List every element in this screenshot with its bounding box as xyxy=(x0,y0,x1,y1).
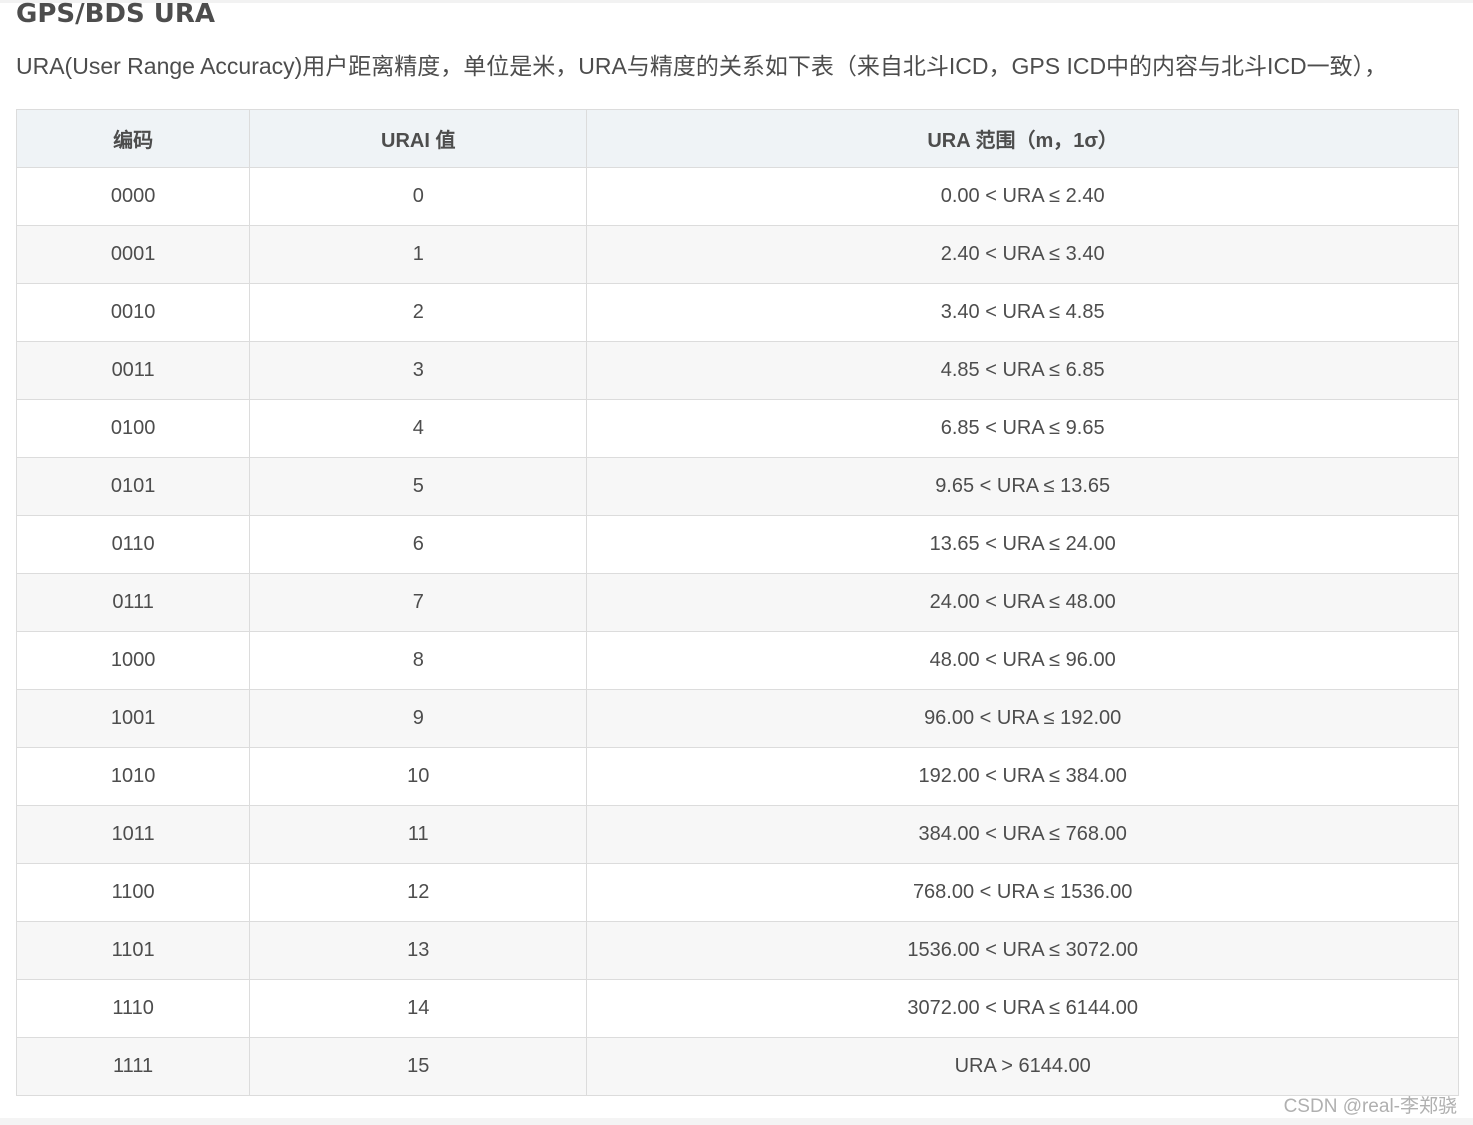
urai-cell: 2 xyxy=(249,283,588,342)
table-row: 1111 15 URA > 6144.00 xyxy=(15,1037,1459,1096)
code-cell: 0100 xyxy=(15,399,251,458)
urai-cell: 6 xyxy=(249,515,588,574)
header-code: 编码 xyxy=(15,109,251,168)
ura-range-cell: 768.00 < URA ≤ 1536.00 xyxy=(586,863,1459,922)
urai-cell: 15 xyxy=(249,1037,588,1096)
urai-cell: 12 xyxy=(249,863,588,922)
urai-cell: 0 xyxy=(249,167,588,226)
table-row: 1101 13 1536.00 < URA ≤ 3072.00 xyxy=(15,921,1459,980)
table-body: 0000 0 0.00 < URA ≤ 2.40 0001 1 2.40 < URA ≤ … xyxy=(15,167,1459,1096)
code-cell: 1010 xyxy=(15,747,251,806)
ura-range-cell: URA > 6144.00 xyxy=(586,1037,1459,1096)
urai-cell: 7 xyxy=(249,573,588,632)
ura-table: 编码 URAI 值 URA 范围（m，1σ） 0000 0 0.00 < URA ≤… xyxy=(15,109,1459,1096)
urai-cell: 9 xyxy=(249,689,588,748)
urai-cell: 10 xyxy=(249,747,588,806)
table-row: 0111 7 24.00 < URA ≤ 48.00 xyxy=(15,573,1459,632)
ura-range-cell: 192.00 < URA ≤ 384.00 xyxy=(586,747,1459,806)
table-header-row: 编码 URAI 值 URA 范围（m，1σ） xyxy=(15,109,1459,168)
table-row: 1001 9 96.00 < URA ≤ 192.00 xyxy=(15,689,1459,748)
table-row: 0101 5 9.65 < URA ≤ 13.65 xyxy=(15,457,1459,516)
table-row: 0001 1 2.40 < URA ≤ 3.40 xyxy=(15,225,1459,284)
code-cell: 0010 xyxy=(15,283,251,342)
table-row: 0110 6 13.65 < URA ≤ 24.00 xyxy=(15,515,1459,574)
top-divider xyxy=(0,0,1473,3)
section-heading: GPS/BDS URA xyxy=(16,0,216,29)
ura-range-cell: 6.85 < URA ≤ 9.65 xyxy=(586,399,1459,458)
ura-range-cell: 384.00 < URA ≤ 768.00 xyxy=(586,805,1459,864)
code-cell: 1011 xyxy=(15,805,251,864)
table-row: 0000 0 0.00 < URA ≤ 2.40 xyxy=(15,167,1459,226)
urai-cell: 3 xyxy=(249,341,588,400)
code-cell: 0110 xyxy=(15,515,251,574)
ura-range-cell: 2.40 < URA ≤ 3.40 xyxy=(586,225,1459,284)
urai-cell: 13 xyxy=(249,921,588,980)
urai-cell: 1 xyxy=(249,225,588,284)
table-row: 1100 12 768.00 < URA ≤ 1536.00 xyxy=(15,863,1459,922)
ura-range-cell: 3072.00 < URA ≤ 6144.00 xyxy=(586,979,1459,1038)
code-cell: 1100 xyxy=(15,863,251,922)
code-cell: 1101 xyxy=(15,921,251,980)
code-cell: 1111 xyxy=(15,1037,251,1096)
table-row: 0010 2 3.40 < URA ≤ 4.85 xyxy=(15,283,1459,342)
code-cell: 0111 xyxy=(15,573,251,632)
ura-range-cell: 3.40 < URA ≤ 4.85 xyxy=(586,283,1459,342)
ura-range-cell: 4.85 < URA ≤ 6.85 xyxy=(586,341,1459,400)
table-row: 1000 8 48.00 < URA ≤ 96.00 xyxy=(15,631,1459,690)
code-cell: 1001 xyxy=(15,689,251,748)
code-cell: 0000 xyxy=(15,167,251,226)
ura-range-cell: 24.00 < URA ≤ 48.00 xyxy=(586,573,1459,632)
intro-paragraph: URA(User Range Accuracy)用户距离精度，单位是米，URA与… xyxy=(16,53,1388,79)
header-ura-range: URA 范围（m，1σ） xyxy=(586,109,1459,168)
ura-range-cell: 48.00 < URA ≤ 96.00 xyxy=(586,631,1459,690)
csdn-watermark: CSDN @real-李郑骁 xyxy=(1283,1096,1457,1117)
table-row: 1010 10 192.00 < URA ≤ 384.00 xyxy=(15,747,1459,806)
urai-cell: 11 xyxy=(249,805,588,864)
code-cell: 1000 xyxy=(15,631,251,690)
urai-cell: 14 xyxy=(249,979,588,1038)
table-row: 1011 11 384.00 < URA ≤ 768.00 xyxy=(15,805,1459,864)
ura-range-cell: 13.65 < URA ≤ 24.00 xyxy=(586,515,1459,574)
table-row: 0011 3 4.85 < URA ≤ 6.85 xyxy=(15,341,1459,400)
code-cell: 0011 xyxy=(15,341,251,400)
ura-range-cell: 9.65 < URA ≤ 13.65 xyxy=(586,457,1459,516)
ura-range-cell: 0.00 < URA ≤ 2.40 xyxy=(586,167,1459,226)
ura-range-cell: 96.00 < URA ≤ 192.00 xyxy=(586,689,1459,748)
table-row: 0100 4 6.85 < URA ≤ 9.65 xyxy=(15,399,1459,458)
urai-cell: 4 xyxy=(249,399,588,458)
code-cell: 0101 xyxy=(15,457,251,516)
table-row: 1110 14 3072.00 < URA ≤ 6144.00 xyxy=(15,979,1459,1038)
bottom-divider xyxy=(0,1118,1473,1125)
header-urai: URAI 值 xyxy=(249,109,588,168)
urai-cell: 5 xyxy=(249,457,588,516)
code-cell: 0001 xyxy=(15,225,251,284)
ura-range-cell: 1536.00 < URA ≤ 3072.00 xyxy=(586,921,1459,980)
code-cell: 1110 xyxy=(15,979,251,1038)
urai-cell: 8 xyxy=(249,631,588,690)
